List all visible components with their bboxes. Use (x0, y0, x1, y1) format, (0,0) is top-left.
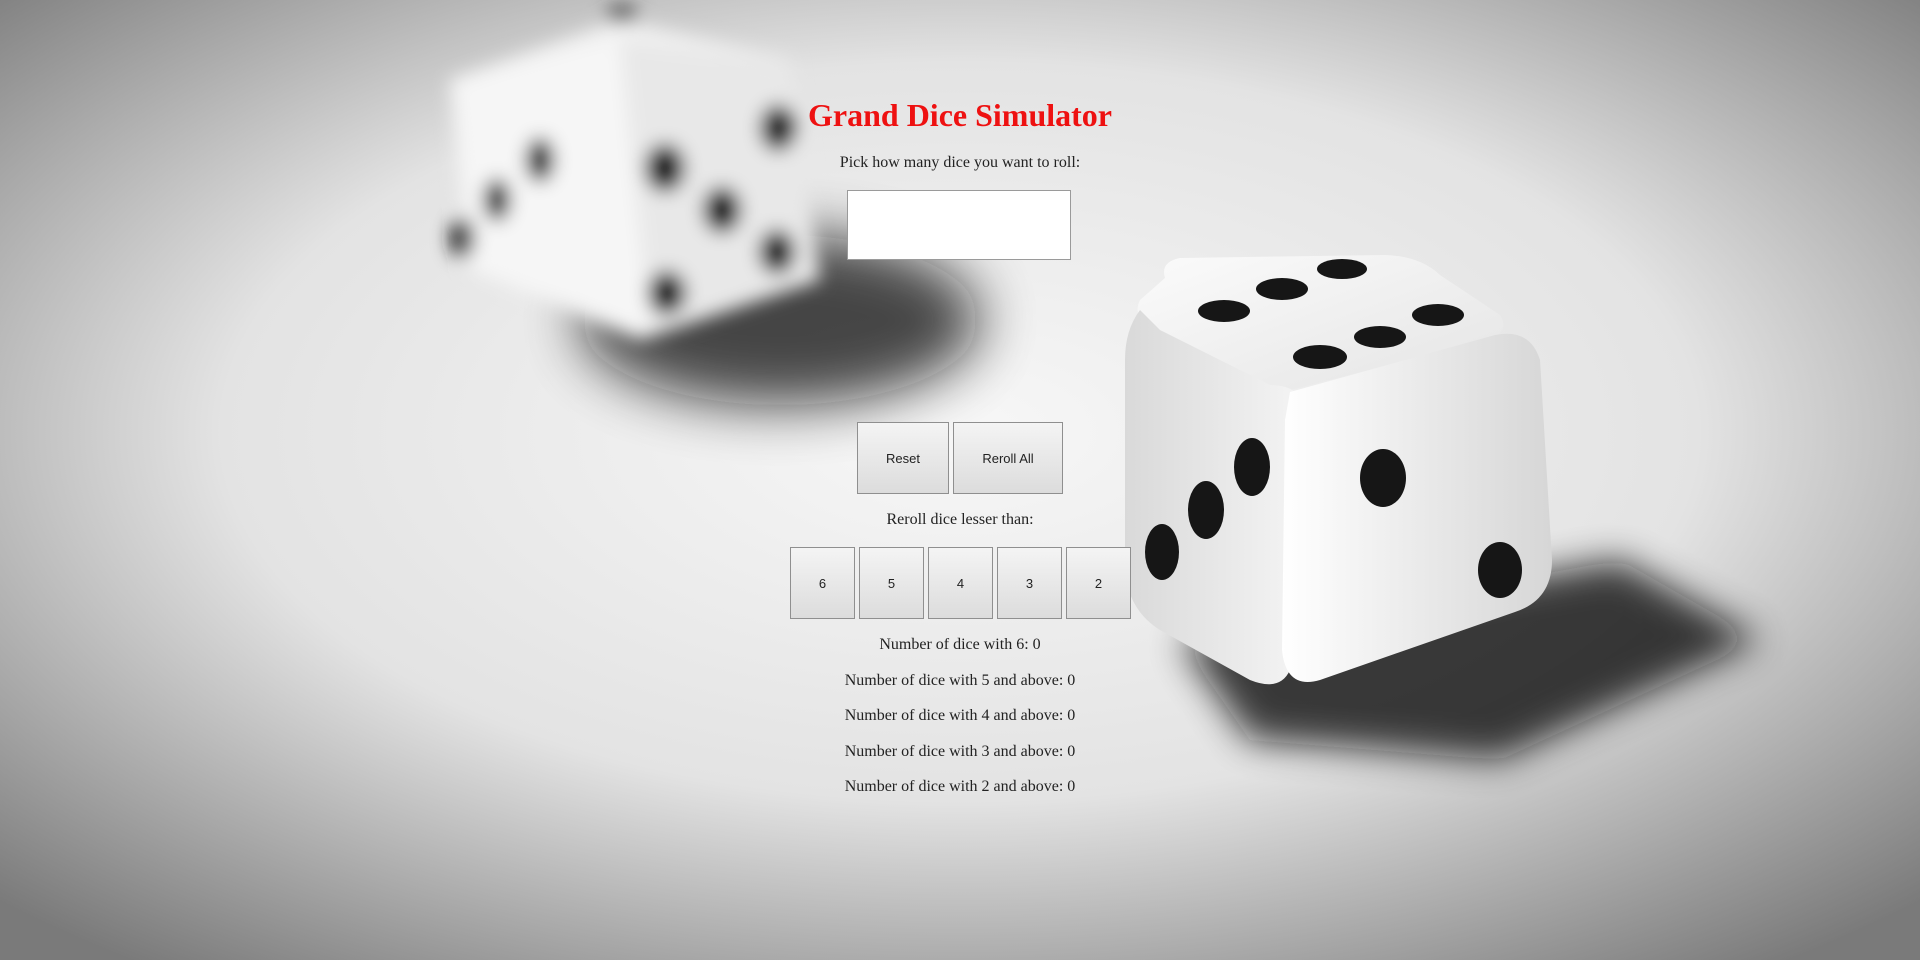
stat-value: 0 (1067, 672, 1076, 689)
stat-value: 0 (1032, 636, 1041, 653)
stat-label: Number of dice with 2 and above: (844, 778, 1064, 795)
stat-value: 0 (1067, 707, 1076, 724)
stat-label: Number of dice with 5 and above: (844, 672, 1064, 689)
stat-dice-5-and-above: Number of dice with 5 and above: 0 (0, 671, 1920, 691)
reroll-lesser-than-3-button[interactable]: 3 (997, 547, 1062, 619)
reroll-lesser-than-5-button[interactable]: 5 (859, 547, 924, 619)
dice-count-prompt: Pick how many dice you want to roll: (839, 154, 1081, 171)
stat-label: Number of dice with 3 and above: (844, 743, 1064, 760)
reroll-lesser-than-4-button[interactable]: 4 (928, 547, 993, 619)
stat-value: 0 (1067, 778, 1076, 795)
reroll-lesser-than-6-button[interactable]: 6 (790, 547, 855, 619)
stat-dice-4-and-above: Number of dice with 4 and above: 0 (0, 706, 1920, 726)
page-title: Grand Dice Simulator (808, 97, 1112, 133)
stat-dice-2-and-above: Number of dice with 2 and above: 0 (0, 777, 1920, 797)
dice-simulator-app: Grand Dice Simulator Pick how many dice … (0, 0, 1920, 960)
stat-value: 0 (1067, 743, 1076, 760)
stat-label: Number of dice with 4 and above: (844, 707, 1064, 724)
reset-button[interactable]: Reset (857, 422, 949, 494)
stat-label: Number of dice with 6: (879, 636, 1029, 653)
dice-count-input[interactable] (847, 190, 1071, 260)
reroll-lesser-than-2-button[interactable]: 2 (1066, 547, 1131, 619)
reroll-all-button[interactable]: Reroll All (953, 422, 1063, 494)
stat-dice-with-6: Number of dice with 6: 0 (0, 635, 1920, 655)
reroll-lesser-label: Reroll dice lesser than: (886, 511, 1034, 528)
stat-dice-3-and-above: Number of dice with 3 and above: 0 (0, 742, 1920, 762)
